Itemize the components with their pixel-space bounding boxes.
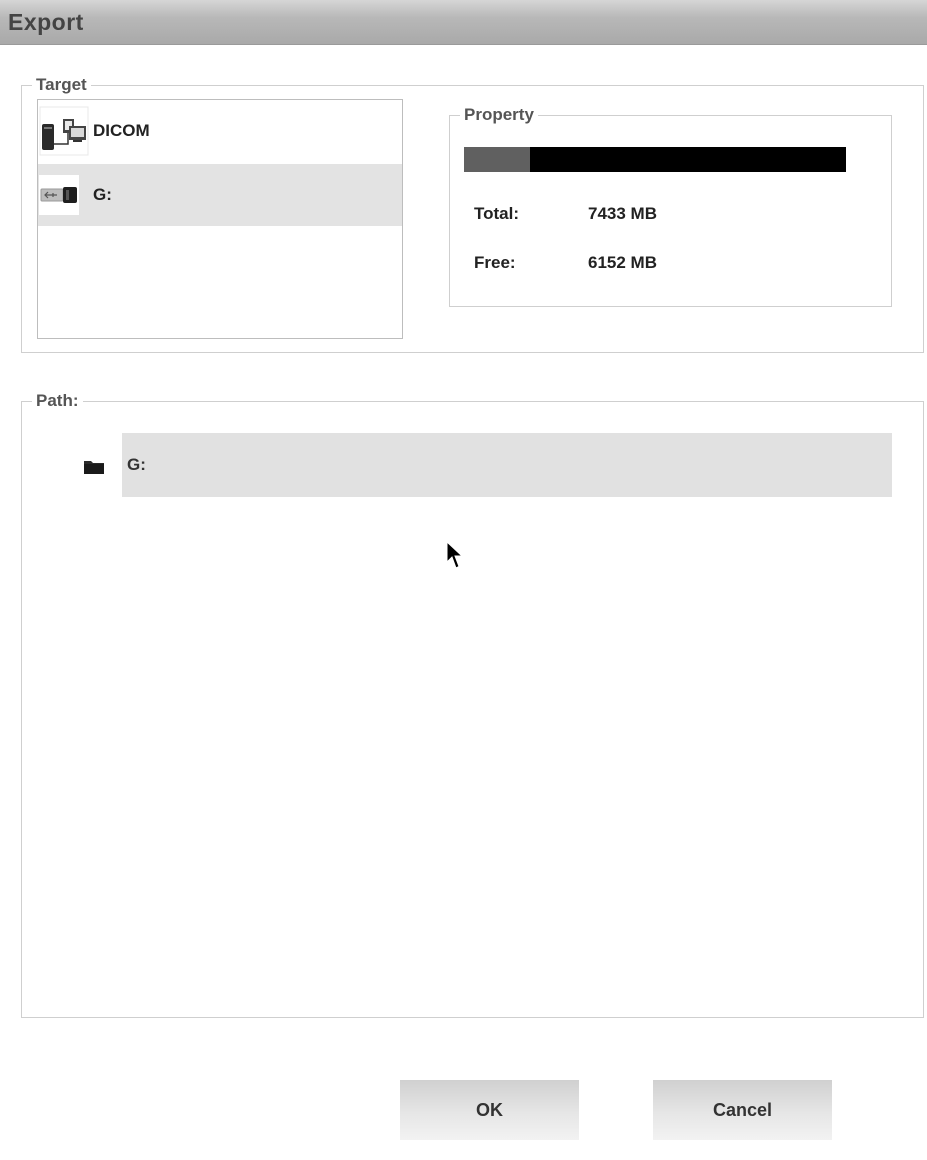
capacity-used-fill [464,147,530,172]
path-legend: Path: [32,391,83,411]
target-item-dicom[interactable]: DICOM [38,100,402,162]
property-legend: Property [460,105,538,125]
ok-button[interactable]: OK [400,1080,579,1140]
free-label: Free: [474,253,516,272]
free-value: 6152 MB [588,253,657,272]
free-row: Free: 6152 MB [474,253,657,273]
total-row: Total: 7433 MB [474,204,657,224]
path-group: Path: G: [21,391,924,1018]
target-list[interactable]: DICOM G: [37,99,403,339]
target-item-g-drive[interactable]: G: [38,164,402,226]
target-legend: Target [32,75,91,95]
window-title: Export [8,9,84,35]
usb-drive-icon [39,170,89,220]
mouse-cursor-icon [446,540,464,576]
total-value: 7433 MB [588,204,657,223]
path-item-label: G: [127,455,146,474]
title-bar: Export [0,0,927,45]
target-group: Target DICOM G: Property Total: 7433 MB … [21,75,924,353]
total-label: Total: [474,204,520,223]
cancel-button[interactable]: Cancel [653,1080,832,1140]
dicom-network-icon [39,106,89,156]
folder-icon [83,459,105,480]
property-group: Property Total: 7433 MB Free: 6152 MB [449,105,892,307]
capacity-bar [464,147,846,172]
path-item-g-drive[interactable]: G: [122,433,892,497]
target-item-label: G: [93,185,112,204]
target-item-label: DICOM [93,121,150,140]
